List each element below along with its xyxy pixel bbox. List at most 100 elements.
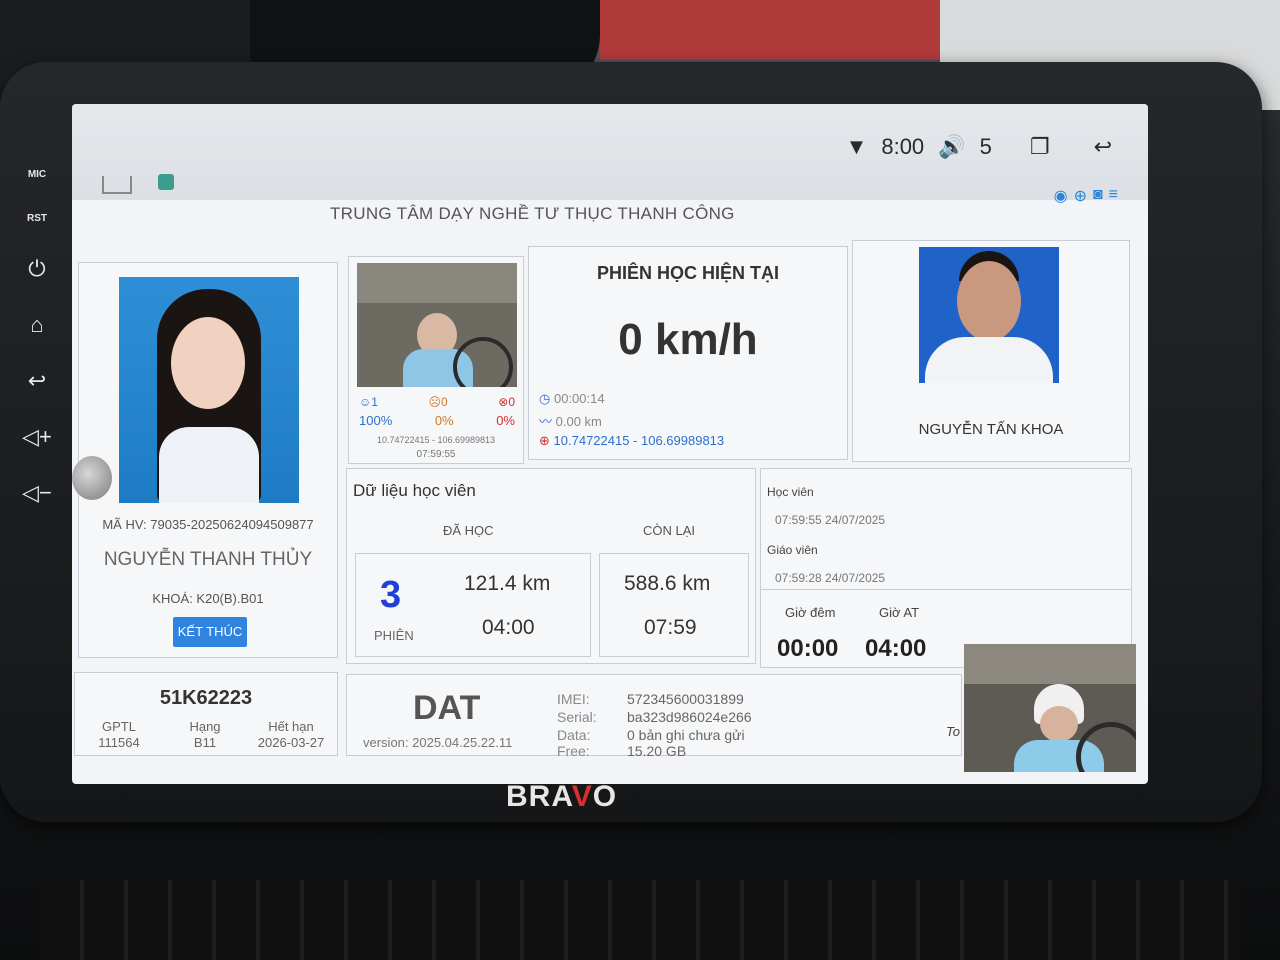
gptl-label: GPTL [102,719,136,734]
expiry-label: Hết hạn [268,719,314,734]
status-right: ▼ 8:00 🔊 5 ❐ ↩ [846,134,1112,160]
at-hours-label: Giờ AT [879,605,920,620]
speed-readout: 0 km/h [618,315,758,364]
teacher-name: NGUYỄN TẤN KHOA [918,421,1064,438]
student-course: KHOÁ: K20(B).B01 [152,591,264,606]
data-label: Data: [557,727,591,743]
floating-assistive-button[interactable] [72,456,112,500]
terminal-name: DAT [413,689,481,727]
night-hours-value: 00:00 [777,635,839,662]
camera-time: 07:59:55 [416,449,456,460]
pct-3: 0% [496,413,515,428]
data-value: 0 bản ghi chưa gửi [627,727,745,743]
at-hours-value: 04:00 [865,635,927,662]
student-data-title: Dữ liệu học viên [353,481,476,500]
student-name: NGUYỄN THANH THỦY [103,549,313,570]
remaining-time: 07:59 [644,616,697,639]
end-session-button[interactable]: KẾT THÚC [173,617,247,647]
dashboard-vent [40,880,1240,960]
error-icon: ⊗ [498,395,509,409]
learned-km: 121.4 km [464,572,551,595]
volume-down-icon[interactable]: ◁− [12,480,62,506]
session-count: 3 [380,574,402,616]
attendance-log-panel: Học viên 07:59:55 24/07/2025 Giáo viên 0… [760,468,1132,668]
mic-label: MIC [27,169,47,180]
imei-value: 572345600031899 [627,691,744,707]
remaining-km: 588.6 km [624,572,711,595]
session-coordinates: 10.74722415 - 106.69989813 [553,433,725,448]
learned-box: 3 PHIÊN 121.4 km 04:00 [355,553,591,657]
location-icon: ◉ [1053,188,1068,205]
stat-3: 0 [508,395,515,409]
session-count-label: PHIÊN [374,628,414,643]
brand-logo: BRAVO [506,780,618,813]
clock-icon: ◷ [539,391,551,406]
free-label: Free: [557,743,590,759]
recent-apps-icon[interactable]: ❐ [1030,134,1050,160]
teacher-photo [919,247,1059,383]
free-value: 15.20 GB [627,743,687,759]
gptl-value: 111564 [98,735,140,750]
globe-icon: ⊕ [1073,188,1087,205]
student-panel: MÃ HV: 79035-20250624094509877 NGUYỄN TH… [78,262,338,658]
teacher-log-time: 07:59:28 24/07/2025 [775,571,886,585]
cabin-camera-feed [357,263,517,387]
android-status-bar: ▼ 8:00 🔊 5 ❐ ↩ [72,104,1148,200]
back-nav-icon[interactable]: ↩ [1094,134,1112,160]
top-status-icons: ◉ ⊕ ◙ ≡ [1054,186,1118,206]
target-icon: ⊕ [539,433,550,448]
to-label: To [946,724,960,739]
database-icon: ≡ [1108,186,1118,203]
device-info-panel: DAT version: 2025.04.25.22.11 IMEI: 5723… [346,674,962,759]
session-heading: PHIÊN HỌC HIỆN TẠI [596,263,779,283]
log-divider [761,589,1131,590]
screen: ▼ 8:00 🔊 5 ❐ ↩ TRUNG TÂM DẠY NGHỀ TƯ THỤ… [72,104,1148,784]
pct-2: 0% [434,413,454,428]
power-icon[interactable]: ⏻ [12,256,62,282]
back-icon[interactable]: ↩ [12,368,62,394]
teacher-log-label: Giáo viên [767,543,818,557]
student-log-label: Học viên [767,485,814,499]
hardware-buttons: MIC RST ⏻ ⌂ ↩ ◁+ ◁− [12,168,62,536]
face-icon: ☺ [359,395,372,409]
serial-value: ba323d986024e266 [627,709,752,725]
background-red-object [600,0,940,60]
camera-panel: ☺1 ☹0 ⊗0 100% 0% 0% 10.74722415 - 106.69… [348,256,524,464]
camera-stats: ☺1 ☹0 ⊗0 [359,395,515,409]
remaining-header: CÒN LẠI [643,523,696,538]
pct-1: 100% [359,413,393,428]
vehicle-panel: 51K62223 GPTL 111564 Hạng B11 Hết hạn 20… [74,672,338,756]
distance-icon: 〰 [539,414,553,429]
volume-level: 5 [979,134,992,159]
serial-label: Serial: [557,709,597,725]
student-photo [119,277,299,503]
home-icon[interactable]: ⌂ [12,312,62,338]
stat-1: 1 [371,395,378,409]
wifi-icon: ▼ [845,134,868,159]
camera-coord: 10.74722415 - 106.69989813 [376,435,496,445]
app-title: TRUNG TÂM DẠY NGHỀ TƯ THỤC THANH CÔNG [330,204,735,223]
secondary-camera-feed [964,644,1136,772]
app-shortcut-icon[interactable] [158,174,174,190]
rst-button[interactable]: RST [12,212,62,226]
expiry-value: 2026-03-27 [257,735,325,750]
volume-icon[interactable]: 🔊 [938,134,965,160]
learned-time: 04:00 [482,616,535,639]
imei-label: IMEI: [557,691,590,707]
license-plate: 51K62223 [159,687,253,709]
session-distance: 0.00 km [555,414,602,429]
terminal-version: version: 2025.04.25.22.11 [363,735,513,750]
camera-icon: ◙ [1092,186,1103,203]
class-label: Hạng [189,719,221,734]
teacher-panel: NGUYỄN TẤN KHOA [852,240,1130,462]
home-shortcut-icon[interactable] [102,176,132,194]
student-data-panel: Dữ liệu học viên ĐÃ HỌC CÒN LẠI 3 PHIÊN … [346,468,756,664]
camera-percentages: 100% 0% 0% [359,413,515,428]
student-code: MÃ HV: 79035-20250624094509877 [102,517,314,532]
remaining-box: 588.6 km 07:59 [599,553,749,657]
clock: 8:00 [881,134,925,159]
volume-up-icon[interactable]: ◁+ [12,424,62,450]
night-hours-label: Giờ đêm [785,605,836,620]
session-duration: 00:00:14 [553,391,605,406]
warning-icon: ☹ [428,395,442,409]
